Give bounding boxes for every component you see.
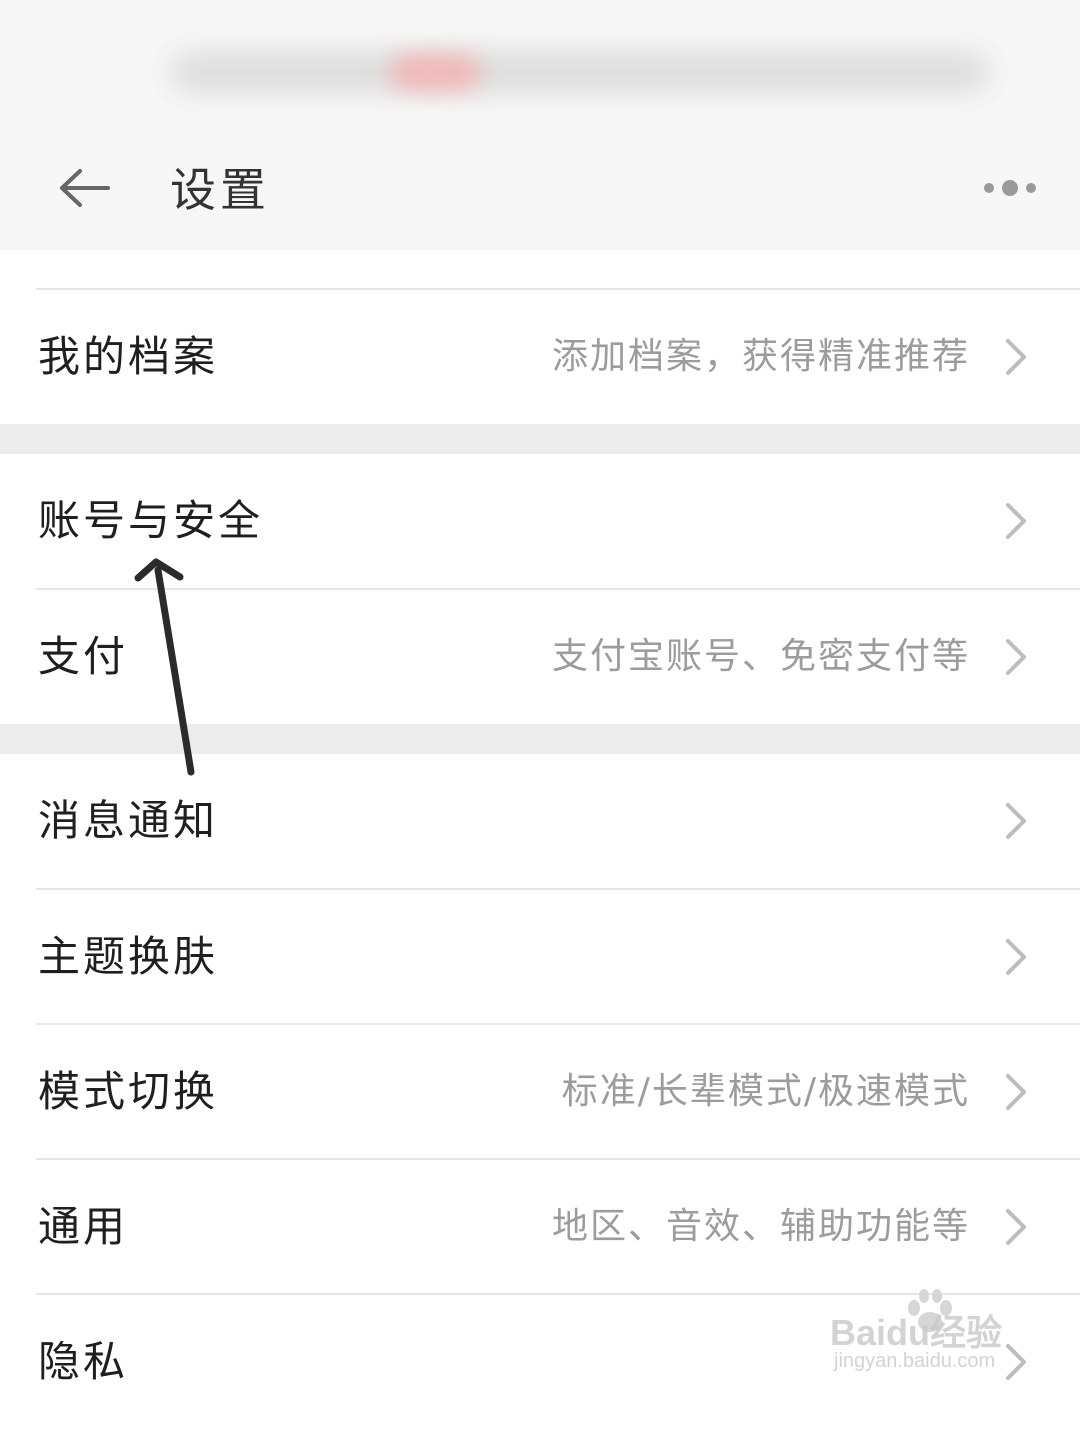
watermark-url: jingyan.baidu.com [834,1350,996,1372]
chevron-right-icon [1006,1209,1026,1245]
header-bar: 设置 [0,130,1080,250]
row-label: 模式切换 [38,1067,219,1116]
row-label: 主题换肤 [38,932,219,981]
chevron-right-icon [1006,639,1026,675]
row-label: 消息通知 [38,796,219,845]
settings-row-mode-switch[interactable]: 模式切换 标准/长辈模式/极速模式 [0,1025,1080,1159]
row-value: 添加档案，获得精准推荐 [551,336,970,377]
group-separator [0,724,1080,754]
back-button[interactable] [44,148,124,228]
status-bar-blurred [0,0,1080,130]
back-arrow-icon [60,169,110,207]
settings-row-profile[interactable]: 我的档案 添加档案，获得精准推荐 [0,290,1080,424]
settings-row-notifications[interactable]: 消息通知 [0,754,1080,888]
settings-row-payment[interactable]: 支付 支付宝账号、免密支付等 [0,590,1080,724]
row-value: 标准/长辈模式/极速模式 [561,1071,970,1112]
blurred-status-badge [390,56,480,88]
row-label: 我的档案 [38,332,219,381]
baidu-watermark: Baidu经验 jingyan.baidu.com [830,1288,1070,1378]
row-value: 支付宝账号、免密支付等 [551,636,970,677]
page-title: 设置 [170,163,270,217]
chevron-right-icon [1006,939,1026,975]
more-dots-icon-center [1002,180,1018,196]
blurred-status-content [170,52,990,92]
settings-row-general[interactable]: 通用 地区、音效、辅助功能等 [0,1160,1080,1294]
row-label: 通用 [38,1202,129,1251]
chevron-right-icon [1006,339,1026,375]
more-dots-icon-right [1026,183,1036,193]
settings-row-account-security[interactable]: 账号与安全 [0,454,1080,588]
more-button[interactable] [970,158,1050,218]
more-dots-icon [984,183,994,193]
row-label: 支付 [38,632,129,681]
group-separator [0,424,1080,454]
settings-row-theme[interactable]: 主题换肤 [0,890,1080,1024]
row-label: 隐私 [38,1337,129,1386]
watermark-brand: Baidu经验 [830,1312,1003,1353]
chevron-right-icon [1006,503,1026,539]
row-value: 地区、音效、辅助功能等 [551,1206,970,1247]
chevron-right-icon [1006,1074,1026,1110]
row-label: 账号与安全 [38,496,264,545]
chevron-right-icon [1006,803,1026,839]
